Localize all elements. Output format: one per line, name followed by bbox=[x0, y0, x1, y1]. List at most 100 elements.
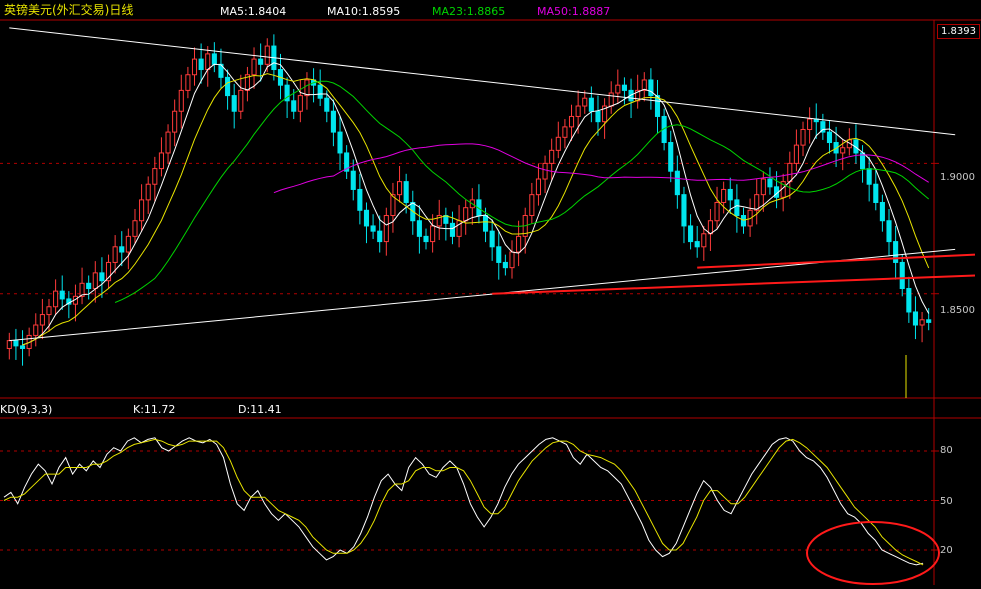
candle-body bbox=[886, 220, 892, 243]
candle-body bbox=[879, 201, 885, 222]
candle-body bbox=[840, 147, 846, 154]
ma23-line bbox=[114, 80, 930, 303]
candle-body bbox=[377, 230, 383, 243]
candle-body bbox=[403, 181, 409, 203]
candle-body bbox=[53, 290, 59, 308]
candle-body bbox=[119, 246, 125, 253]
candle-body bbox=[225, 76, 231, 97]
candle-body bbox=[621, 84, 627, 91]
candles bbox=[6, 34, 932, 366]
candle-body bbox=[595, 110, 601, 123]
candle-body bbox=[740, 215, 747, 227]
candle-body bbox=[873, 183, 879, 203]
ma5-line bbox=[22, 62, 930, 346]
candle-body bbox=[297, 95, 303, 112]
candle-body bbox=[165, 131, 171, 154]
candle-body bbox=[264, 45, 270, 65]
candle-body bbox=[337, 131, 343, 154]
candle-body bbox=[86, 282, 92, 290]
price-tick-label: 1.8500 bbox=[940, 305, 975, 316]
candle-body bbox=[496, 246, 502, 263]
candle-body bbox=[926, 319, 932, 323]
candle-body bbox=[688, 225, 694, 243]
candle-body bbox=[125, 235, 131, 253]
candle-body bbox=[906, 288, 912, 313]
candle-body bbox=[866, 168, 872, 185]
candle-body bbox=[317, 84, 323, 99]
candle-body bbox=[588, 97, 594, 112]
chart-canvas bbox=[0, 19, 981, 585]
candle-body bbox=[46, 306, 52, 316]
candle-body bbox=[33, 324, 39, 336]
candle-body bbox=[324, 97, 330, 112]
candle-body bbox=[463, 207, 469, 222]
instrument-title: 英镑美元(外汇交易)日线 bbox=[4, 3, 134, 17]
last-price-label: 1.8393 bbox=[937, 24, 980, 39]
candle-body bbox=[575, 105, 581, 117]
candle-body bbox=[826, 131, 833, 144]
upper-trend-line bbox=[9, 27, 956, 136]
candle-body bbox=[6, 340, 12, 349]
candle-body bbox=[668, 142, 674, 172]
candle-body bbox=[793, 144, 799, 164]
candle-body bbox=[482, 215, 489, 232]
kd-tick-label: 80 bbox=[940, 445, 953, 456]
candle-body bbox=[191, 58, 198, 76]
candle-body bbox=[807, 118, 813, 130]
price-tick-label: 1.9000 bbox=[940, 172, 975, 183]
candle-body bbox=[112, 246, 118, 263]
candle-body bbox=[727, 188, 733, 201]
candle-body bbox=[674, 170, 680, 196]
candle-body bbox=[582, 97, 588, 107]
candle-body bbox=[707, 220, 713, 235]
candle-body bbox=[152, 168, 158, 185]
candle-body bbox=[542, 162, 548, 180]
candle-body bbox=[535, 178, 542, 196]
kd-d-label: D:11.41 bbox=[238, 403, 282, 416]
candle-body bbox=[562, 126, 568, 138]
candle-body bbox=[430, 225, 436, 243]
candle-body bbox=[449, 222, 456, 237]
candle-body bbox=[787, 162, 793, 183]
candle-body bbox=[185, 74, 191, 91]
candle-body bbox=[59, 290, 65, 300]
candle-body bbox=[502, 261, 508, 269]
candle-body bbox=[363, 209, 370, 227]
support-line bbox=[697, 253, 976, 269]
candle-body bbox=[39, 314, 45, 326]
highlight-circle bbox=[806, 521, 940, 585]
candle-body bbox=[416, 220, 422, 237]
candle-body bbox=[198, 58, 204, 71]
candle-body bbox=[330, 110, 336, 133]
kd-tick-label: 20 bbox=[940, 545, 953, 556]
kd-k-label: K:11.72 bbox=[133, 403, 176, 416]
candle-body bbox=[258, 58, 264, 65]
candle-body bbox=[648, 79, 654, 97]
kd-name-label: KD(9,3,3) bbox=[0, 403, 53, 416]
candle-body bbox=[291, 100, 297, 112]
candle-body bbox=[899, 261, 905, 290]
candle-body bbox=[516, 235, 522, 253]
candle-body bbox=[760, 178, 766, 196]
candle-body bbox=[608, 92, 614, 107]
ma50-label: MA50:1.8887 bbox=[537, 5, 611, 18]
candle-body bbox=[92, 272, 98, 290]
candle-body bbox=[734, 199, 740, 217]
candle-body bbox=[555, 136, 561, 151]
candle-body bbox=[132, 220, 138, 237]
candle-body bbox=[721, 188, 727, 203]
candle-body bbox=[13, 340, 19, 347]
candle-body bbox=[357, 188, 363, 211]
candle-body bbox=[350, 170, 356, 190]
candle-body bbox=[615, 84, 621, 94]
candle-body bbox=[694, 241, 700, 248]
candle-body bbox=[568, 115, 575, 128]
candle-body bbox=[19, 345, 26, 349]
candle-body bbox=[238, 89, 244, 112]
candle-body bbox=[681, 194, 687, 227]
candle-body bbox=[370, 225, 376, 232]
candle-body bbox=[251, 58, 257, 76]
kd-k-line bbox=[3, 437, 924, 566]
ma5-label: MA5:1.8404 bbox=[220, 5, 287, 18]
candle-body bbox=[529, 194, 535, 217]
